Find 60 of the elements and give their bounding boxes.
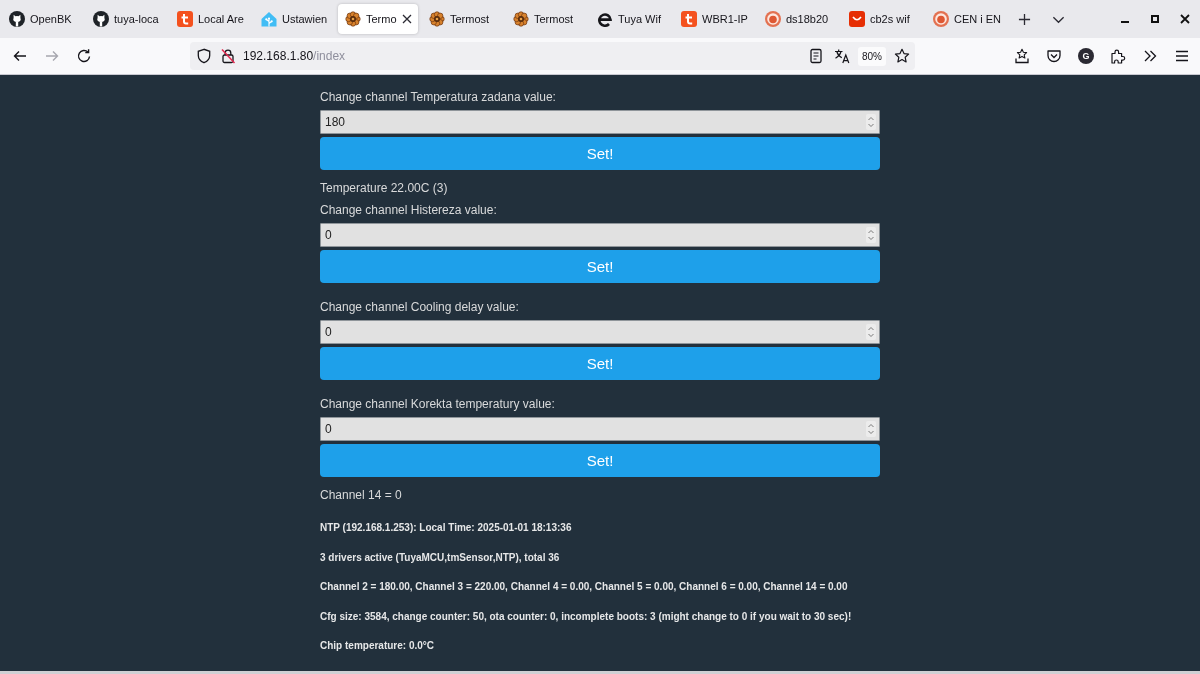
plus-icon[interactable] (1017, 12, 1031, 26)
browser-tab[interactable]: Ustawien (254, 4, 334, 34)
puzzle-piece-icon[interactable] (1110, 48, 1126, 64)
reader-view-icon[interactable] (808, 48, 824, 64)
browser-tab[interactable]: tuya-loca (86, 4, 166, 34)
shopping-bag-icon (849, 11, 865, 27)
browser-tab[interactable]: WBR1-IP (674, 4, 754, 34)
cat-logo-icon (93, 11, 109, 27)
t-tile-icon (177, 11, 193, 27)
house-icon (261, 11, 277, 27)
number-field[interactable]: 0 (320, 417, 880, 441)
browser-tab[interactable]: Termo (338, 4, 418, 34)
number-field[interactable]: 0 (320, 320, 880, 344)
flower-icon (513, 11, 529, 27)
reading-text: Channel 14 = 0 (320, 487, 402, 503)
circle-logo-icon (933, 11, 949, 27)
double-chevron-icon[interactable] (1142, 48, 1158, 64)
browser-tab[interactable]: Local Are (170, 4, 250, 34)
browser-tab[interactable]: Tuya Wif (590, 4, 670, 34)
e-swirl-icon (597, 11, 613, 27)
account-avatar[interactable]: G (1078, 48, 1094, 64)
field-label: Change channel Cooling delay value: (320, 299, 519, 315)
t-tile-icon (681, 11, 697, 27)
browser-tab[interactable]: ds18b20 (758, 4, 838, 34)
browser-tab[interactable]: Termost (422, 4, 502, 34)
reading-text: Temperature 22.00C (3) (320, 180, 448, 196)
circle-logo-icon (765, 11, 781, 27)
bookmark-star-icon[interactable] (894, 48, 910, 64)
close-tab-icon[interactable] (401, 14, 412, 24)
info-line: Chip temperature: 0.0°C (320, 639, 435, 652)
flower-icon (429, 11, 445, 27)
info-line: Channel 2 = 180.00, Channel 3 = 220.00, Channel 4 = 0.00, Channel 5 = 0.00, Channel 6 = 0.00, Channel 14 = 0.00 (320, 580, 848, 593)
lock-slash-icon[interactable] (220, 48, 236, 64)
browser-tab[interactable]: Termost (506, 4, 586, 34)
flower-icon (345, 11, 361, 27)
info-line: NTP (192.168.1.253): Local Time: 2025-01-01 18:13:36 (320, 521, 572, 534)
field-label: Change channel Histereza value: (320, 202, 497, 218)
field-label: Change channel Temperatura zadana value: (320, 89, 556, 105)
back-arrow-icon[interactable] (12, 48, 28, 64)
menu-icon[interactable] (1174, 48, 1190, 64)
browser-tab[interactable]: cb2s wif (842, 4, 922, 34)
number-field[interactable]: 0 (320, 223, 880, 247)
close-window-icon[interactable] (1180, 14, 1190, 24)
maximize-icon[interactable] (1151, 15, 1159, 23)
url-text[interactable]: 192.168.1.80/index (243, 49, 346, 63)
shield-icon[interactable] (196, 48, 212, 64)
number-field[interactable]: 180 (320, 110, 880, 134)
shield-chevron-icon[interactable] (1046, 48, 1062, 64)
info-line: 3 drivers active (TuyaMCU,tmSensor,NTP), total 36 (320, 550, 560, 564)
info-line: Cfg size: 3584, change counter: 50, ota counter: 0, incomplete boots: 3 (might change to 0 if you wait to 30 sec)! (320, 609, 852, 623)
reload-icon[interactable] (76, 48, 92, 64)
zoom-level-button[interactable]: 80% (858, 46, 886, 66)
browser-tab[interactable]: CEN i EN (926, 4, 1006, 34)
minimize-icon[interactable] (1120, 20, 1130, 24)
address-bar[interactable]: 192.168.1.80/index 80% (190, 42, 915, 70)
star-tray-icon[interactable] (1014, 48, 1030, 64)
field-label: Change channel Korekta temperatury value: (320, 396, 555, 412)
translate-icon[interactable] (834, 48, 850, 64)
cat-logo-icon (9, 11, 25, 27)
browser-tab[interactable]: OpenBK (2, 4, 82, 34)
